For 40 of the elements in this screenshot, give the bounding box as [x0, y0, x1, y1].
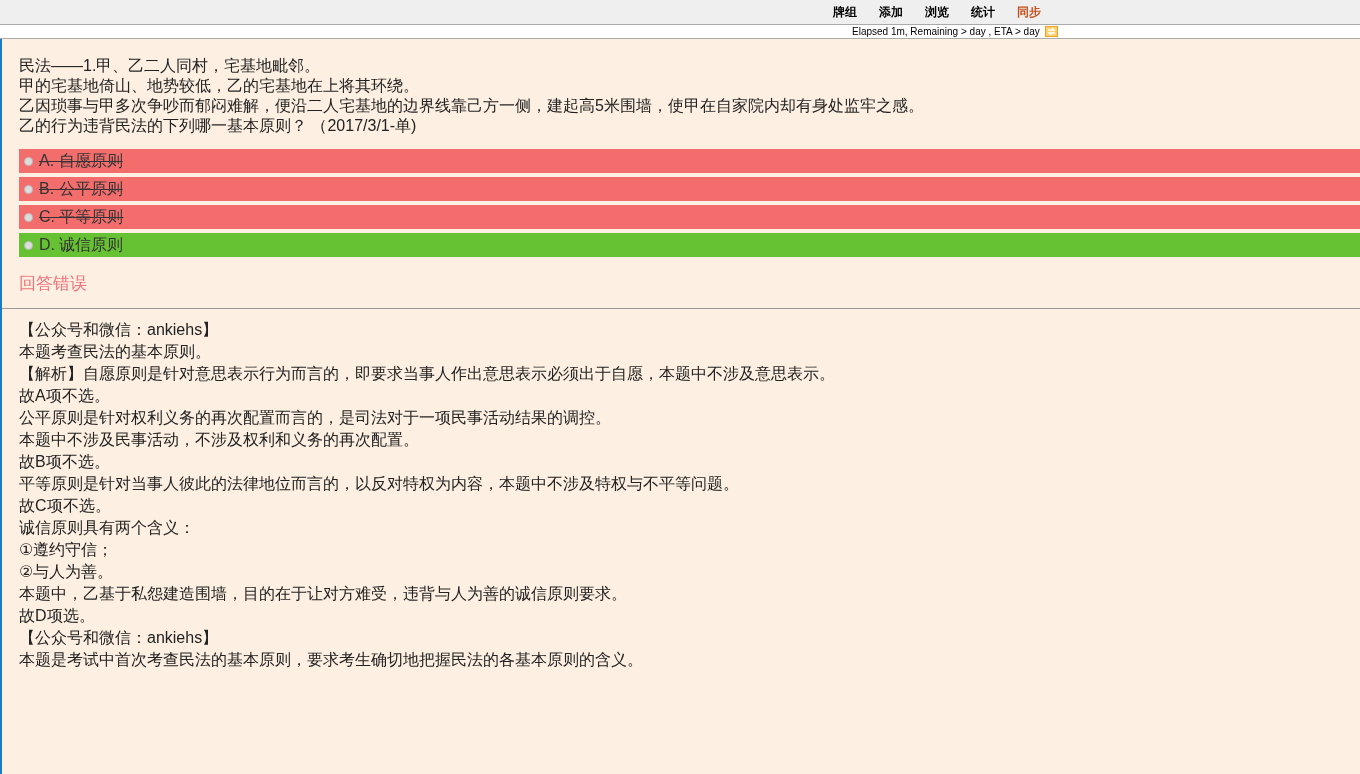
menu-link[interactable]: 浏览	[914, 2, 960, 22]
answer-option[interactable]: A. 自愿原则	[19, 149, 1360, 173]
result-text: 回答错误	[19, 274, 88, 294]
radio-icon	[24, 156, 33, 166]
sync-icon[interactable]	[1044, 26, 1058, 37]
question-text: 民法——1.甲、乙二人同村，宅基地毗邻。	[19, 56, 322, 76]
radio-icon	[24, 184, 33, 194]
explanation-text: 【公众号和微信：ankiehs】	[19, 628, 220, 648]
explanation-text: ②与人为善。	[19, 562, 115, 582]
option-label: C. 平等原则	[39, 206, 124, 227]
explanation-text: 本题中，乙基于私怨建造围墙，目的在于让对方难受，违背与人为善的诚信原则要求。	[19, 584, 628, 604]
explanation-text: 故A项不选。	[19, 386, 111, 406]
menu-link[interactable]: 统计	[960, 2, 1006, 22]
explanation-text: 故B项不选。	[19, 452, 111, 472]
question-text: 甲的宅基地倚山、地势较低，乙的宅基地在上将其环绕。	[19, 76, 420, 96]
radio-icon	[24, 240, 33, 250]
radio-icon	[24, 212, 33, 222]
explanation-text: ①遵约守信；	[19, 540, 115, 560]
question-text: 乙的行为违背民法的下列哪一基本原则？ （2017/3/1-单)	[19, 116, 418, 136]
explanation-text: 本题是考试中首次考查民法的基本原则，要求考生确切地把握民法的各基本原则的含义。	[19, 650, 644, 670]
explanation-text: 故C项不选。	[19, 496, 112, 516]
explanation-text: 本题考查民法的基本原则。	[19, 342, 212, 362]
option-label: A. 自愿原则	[39, 150, 123, 171]
answer-option[interactable]: B. 公平原则	[19, 177, 1360, 201]
explanation-text: 故D项选。	[19, 606, 96, 626]
explanation-text: 本题中不涉及民事活动，不涉及权利和义务的再次配置。	[19, 430, 420, 450]
progress-text: Elapsed 1m, Remaining > day , ETA > day	[852, 26, 1040, 37]
explanation-text: 公平原则是针对权利义务的再次配置而言的，是司法对于一项民事活动结果的调控。	[19, 408, 612, 428]
option-label: D. 诚信原则	[39, 234, 124, 255]
explanation-text: 诚信原则具有两个含义：	[19, 518, 196, 538]
answer-option[interactable]: D. 诚信原则	[19, 233, 1360, 257]
explanation-text: 【公众号和微信：ankiehs】	[19, 320, 220, 340]
menu-link[interactable]: 添加	[868, 2, 914, 22]
menu-link[interactable]: 同步	[1006, 2, 1052, 22]
question-text: 乙因琐事与甲多次争吵而郁闷难解，便沿二人宅基地的边界线靠己方一侧，建起高5米围墙，使甲在自家院内却有身处监牢之感。	[19, 96, 925, 116]
option-label: B. 公平原则	[39, 178, 123, 199]
menu-link[interactable]: 牌组	[822, 2, 868, 22]
answer-option[interactable]: C. 平等原则	[19, 205, 1360, 229]
explanation-text: 【解析】自愿原则是针对意思表示行为而言的，即要求当事人作出意思表示必须出于自愿，本题中不涉及意思表示。	[19, 364, 836, 384]
explanation-text: 平等原则是针对当事人彼此的法律地位而言的，以反对特权为内容，本题中不涉及特权与不平等问题。	[19, 474, 740, 494]
